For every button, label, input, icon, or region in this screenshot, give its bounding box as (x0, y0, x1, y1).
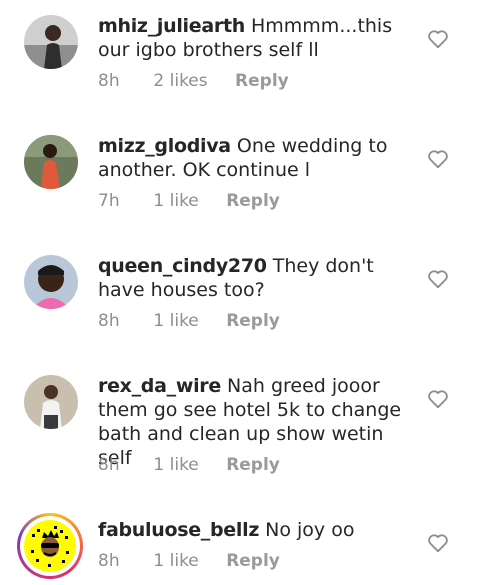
comment-time: 8h (98, 551, 120, 571)
reply-button[interactable]: Reply (226, 455, 280, 475)
comment-username[interactable]: mhiz_juliearth (98, 15, 245, 37)
snapcode-icon (24, 520, 76, 572)
comment-username[interactable]: queen_cindy270 (98, 255, 267, 277)
avatar[interactable] (24, 135, 78, 189)
heart-outline-icon[interactable] (427, 533, 449, 553)
comment-likes[interactable]: 1 like (153, 455, 198, 475)
heart-outline-icon[interactable] (427, 269, 449, 289)
comment-time: 8h (98, 71, 120, 91)
avatar[interactable] (24, 375, 78, 429)
story-ring[interactable] (17, 513, 83, 579)
reply-button[interactable]: Reply (226, 311, 280, 331)
heart-outline-icon[interactable] (427, 389, 449, 409)
person-icon (24, 15, 78, 69)
reply-button[interactable]: Reply (226, 191, 280, 211)
reply-button[interactable]: Reply (226, 551, 280, 571)
person-icon (24, 255, 78, 309)
comment-time: 8h (98, 455, 120, 475)
heart-outline-icon[interactable] (427, 29, 449, 49)
comment-time: 8h (98, 311, 120, 331)
comment-likes[interactable]: 1 like (153, 311, 198, 331)
comment-likes[interactable]: 1 like (153, 191, 198, 211)
comment-likes[interactable]: 2 likes (153, 71, 207, 91)
avatar[interactable] (24, 255, 78, 309)
person-icon (24, 375, 78, 429)
reply-button[interactable]: Reply (235, 71, 289, 91)
person-icon (24, 135, 78, 189)
avatar (20, 516, 80, 576)
comment-time: 7h (98, 191, 120, 211)
heart-outline-icon[interactable] (427, 149, 449, 169)
comment-username[interactable]: fabuluose_bellz (98, 519, 259, 541)
comment-text: No joy oo (265, 519, 355, 541)
comment-likes[interactable]: 1 like (153, 551, 198, 571)
comment-username[interactable]: rex_da_wire (98, 375, 221, 397)
avatar[interactable] (24, 15, 78, 69)
comment-username[interactable]: mizz_glodiva (98, 135, 231, 157)
